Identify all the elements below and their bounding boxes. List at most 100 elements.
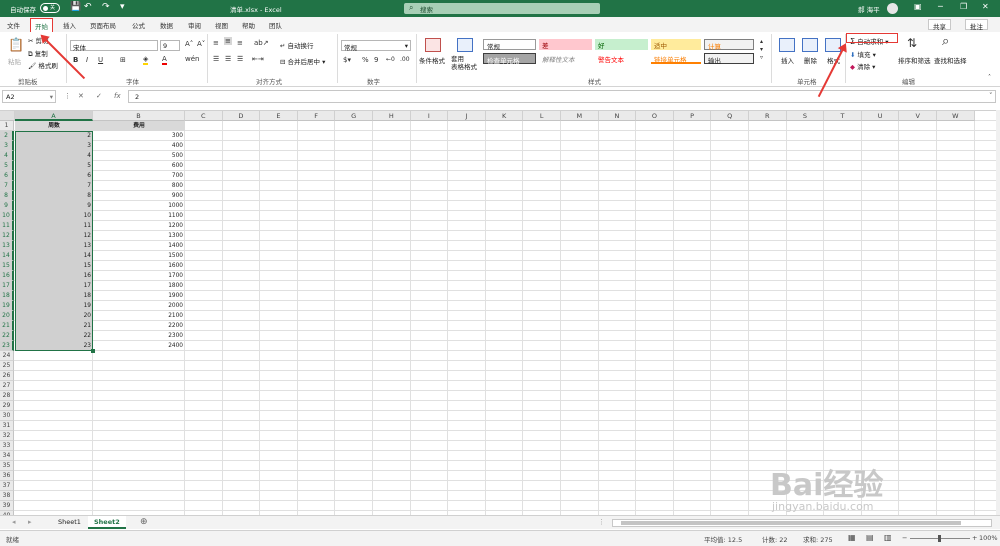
column-header-j[interactable]: J [448,111,486,121]
column-header-q[interactable]: Q [711,111,749,121]
comments-button[interactable]: 批注 [965,19,988,31]
column-header-r[interactable]: R [749,111,787,121]
cell-cost[interactable]: 1700 [93,271,185,281]
column-header-f[interactable]: F [297,111,336,121]
row-header-38[interactable]: 38 [0,491,14,501]
decrease-font-icon[interactable]: A˅ [197,40,205,48]
ribbon-display-icon[interactable]: ▣ [914,2,922,11]
conditional-format-icon[interactable] [425,38,441,52]
row-header-10[interactable]: 10 [0,211,14,221]
align-top-icon[interactable]: ≡ [213,39,219,47]
italic-icon[interactable]: I [86,56,88,64]
sheet-tab-1[interactable]: Sheet1 [52,516,87,529]
tab-home[interactable]: 开始 [30,18,53,32]
font-color-icon[interactable]: A [162,55,167,65]
style-good[interactable]: 好 [595,39,648,50]
horizontal-scrollbar[interactable] [612,519,992,527]
style-output[interactable]: 输出 [704,53,754,65]
row-header-1[interactable]: 1 [0,121,14,131]
cell-cost[interactable]: 2000 [93,301,185,311]
row-header-30[interactable]: 30 [0,411,14,421]
row-header-31[interactable]: 31 [0,421,14,431]
normal-view-icon[interactable]: ▦ [848,533,856,542]
bold-icon[interactable]: B [73,56,78,64]
currency-icon[interactable]: $▾ [343,56,351,64]
row-header-2[interactable]: 2 [0,131,14,141]
row-header-25[interactable]: 25 [0,361,14,371]
autosave-toggle[interactable]: 关 [40,3,60,13]
customize-toolbar-icon[interactable]: ▾ [120,2,125,12]
row-header-35[interactable]: 35 [0,461,14,471]
cell-cost[interactable]: 1300 [93,231,185,241]
cell-cost[interactable]: 1500 [93,251,185,261]
collapse-ribbon-icon[interactable]: ˄ [988,74,991,81]
cell-cost[interactable]: 1200 [93,221,185,231]
row-header-34[interactable]: 34 [0,451,14,461]
clear-button[interactable]: ◆ 清除 ▾ [850,61,875,71]
row-header-14[interactable]: 14 [0,251,14,261]
cell-cost[interactable]: 1600 [93,261,185,271]
prev-sheet-icon[interactable]: ◂ [12,518,16,526]
row-header-24[interactable]: 24 [0,351,14,361]
underline-icon[interactable]: U [98,56,103,64]
row-header-7[interactable]: 7 [0,181,14,191]
column-header-m[interactable]: M [561,111,599,121]
align-center-icon[interactable]: ☰ [225,55,231,63]
expand-formula-icon[interactable]: ˅ [989,92,993,100]
zoom-slider-thumb[interactable] [938,535,941,542]
cell-cost[interactable]: 800 [93,181,185,191]
maximize-icon[interactable]: ❐ [960,2,967,11]
fill-handle[interactable] [91,349,95,353]
row-header-15[interactable]: 15 [0,261,14,271]
worksheet-grid[interactable]: ABCDEFGHIJKLMNOPQRSTUVW 1 2 3 4 5 6 7 8 9 10 11 12 1… [0,110,996,515]
align-left-icon[interactable]: ☰ [213,55,219,63]
column-header-s[interactable]: S [786,111,825,121]
style-linked-cell[interactable]: 链接单元格 [651,53,701,64]
cell-cost[interactable]: 1900 [93,291,185,301]
cell-cost[interactable]: 2300 [93,331,185,341]
row-header-5[interactable]: 5 [0,161,14,171]
tab-data[interactable]: 数据 [160,20,173,30]
column-header-u[interactable]: U [861,111,900,121]
share-button[interactable]: 共享 [928,19,951,31]
row-header-19[interactable]: 19 [0,301,14,311]
row-header-4[interactable]: 4 [0,151,14,161]
cell-cost[interactable]: 700 [93,171,185,181]
style-calculation[interactable]: 计算 [704,39,754,51]
merge-center-button[interactable]: ⊟ 合并后居中 ▾ [280,56,325,66]
row-header-9[interactable]: 9 [0,201,14,211]
column-header-o[interactable]: O [636,111,674,121]
row-header-39[interactable]: 39 [0,501,14,511]
font-size-select[interactable]: 9 [160,40,180,51]
insert-cells-button[interactable]: 插入 [781,55,794,65]
name-box[interactable]: A2 ▾ [2,90,56,103]
column-header-w[interactable]: W [937,111,975,121]
phonetic-icon[interactable]: wén [185,55,199,63]
close-icon[interactable]: ✕ [982,2,989,11]
fill-button[interactable]: ⬇ 填充 ▾ [850,49,876,59]
conditional-format-button[interactable]: 条件格式 [419,55,445,65]
row-header-23[interactable]: 23 [0,341,14,351]
row-header-36[interactable]: 36 [0,471,14,481]
row-header-6[interactable]: 6 [0,171,14,181]
zoom-slider[interactable] [910,535,970,542]
format-painter-button[interactable]: 🖌 格式刷 [28,60,58,70]
page-break-icon[interactable]: ▥ [884,533,892,542]
styles-scroll-icon[interactable]: ▴ ▾ ▿ [760,38,763,62]
copy-button[interactable]: ⧉ 复制 [28,48,48,59]
cell-cost[interactable]: 600 [93,161,185,171]
zoom-out-icon[interactable]: − [902,534,907,542]
paste-icon[interactable]: 📋 [8,38,24,53]
style-normal[interactable]: 常规 [483,39,536,51]
format-as-table-icon[interactable] [457,38,473,52]
cell-cost[interactable]: 900 [93,191,185,201]
align-right-icon[interactable]: ☰ [237,55,243,63]
cell-cost[interactable]: 1800 [93,281,185,291]
cell-cost[interactable]: 1100 [93,211,185,221]
zoom-in-icon[interactable]: + [972,534,977,542]
indent-icon[interactable]: ⇤⇥ [252,55,264,63]
cancel-icon[interactable]: ✕ [78,92,84,100]
tab-insert[interactable]: 插入 [63,20,76,30]
column-header-n[interactable]: N [598,111,637,121]
add-sheet-icon[interactable]: ⊕ [140,517,148,527]
